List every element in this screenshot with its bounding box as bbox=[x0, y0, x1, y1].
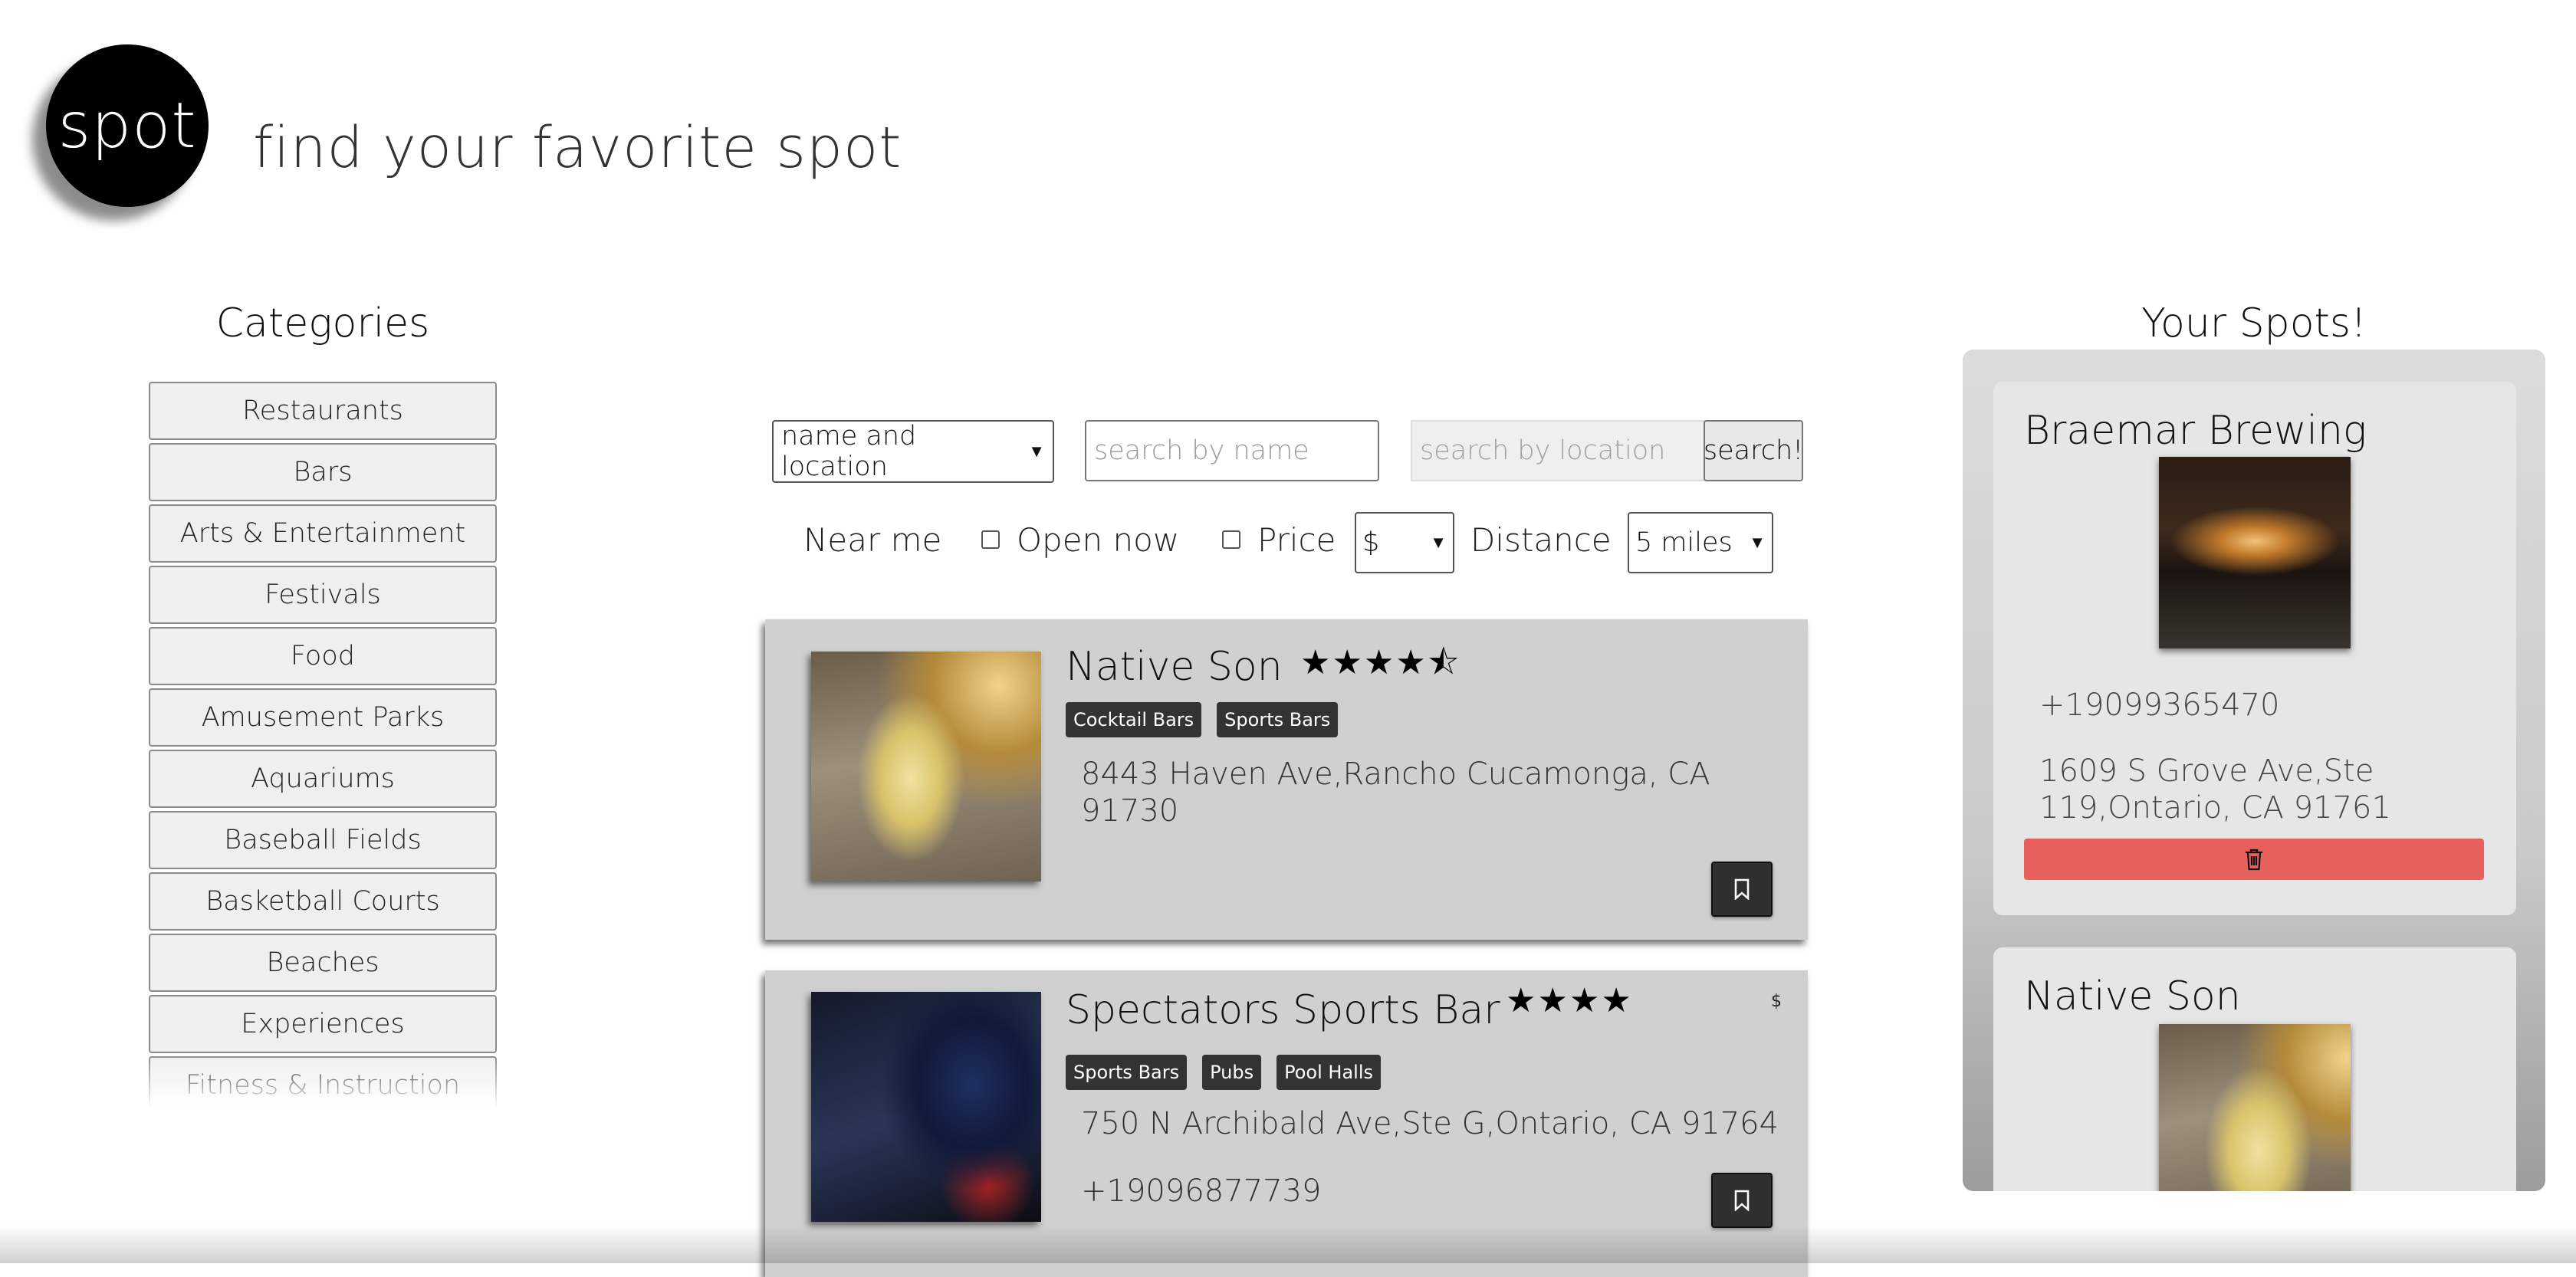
bookmark-button[interactable] bbox=[1711, 862, 1773, 917]
chevron-down-icon: ▼ bbox=[1028, 442, 1045, 461]
category-button-beaches[interactable]: Beaches bbox=[149, 934, 497, 992]
price-select[interactable]: $ ▼ bbox=[1355, 512, 1454, 573]
chevron-down-icon: ▼ bbox=[1749, 533, 1766, 553]
chevron-down-icon: ▼ bbox=[1430, 533, 1447, 553]
saved-spot-card[interactable]: Native Son bbox=[1993, 947, 2516, 1191]
tag-list: Sports Bars Pubs Pool Halls bbox=[1066, 1055, 1381, 1090]
search-name-placeholder: search by name bbox=[1094, 435, 1309, 466]
category-button-baseball-fields[interactable]: Baseball Fields bbox=[149, 811, 497, 869]
price-badge: $ bbox=[1771, 992, 1782, 1011]
delete-button[interactable] bbox=[2024, 839, 2484, 880]
category-button-aquariums[interactable]: Aquariums bbox=[149, 750, 497, 808]
category-button-bars[interactable]: Bars bbox=[149, 443, 497, 501]
search-button[interactable]: search! bbox=[1704, 420, 1803, 481]
category-button-festivals[interactable]: Festivals bbox=[149, 566, 497, 624]
category-button-amusement-parks[interactable]: Amusement Parks bbox=[149, 688, 497, 747]
result-name[interactable]: Native Son bbox=[1066, 644, 1283, 690]
bottom-shadow bbox=[0, 1225, 2576, 1263]
search-location-input[interactable]: search by location bbox=[1411, 420, 1705, 481]
bookmark-icon bbox=[1734, 1190, 1750, 1211]
category-button-experiences[interactable]: Experiences bbox=[149, 995, 497, 1053]
distance-select-value: 5 miles bbox=[1635, 527, 1733, 558]
logo[interactable]: spot bbox=[46, 44, 209, 207]
your-spots-panel: Braemar Brewing +19099365470 1609 S Grov… bbox=[1963, 350, 2545, 1191]
category-button-restaurants[interactable]: Restaurants bbox=[149, 382, 497, 440]
logo-text: spot bbox=[58, 89, 197, 162]
saved-spot-image bbox=[2159, 1024, 2351, 1191]
rating-stars: ★★★★ bbox=[1506, 981, 1633, 1020]
saved-spot-address: 1609 S Grove Ave,Ste 119,Ontario, CA 917… bbox=[2039, 753, 2391, 826]
category-button-basketball-courts[interactable]: Basketball Courts bbox=[149, 872, 497, 931]
bookmark-button[interactable] bbox=[1711, 1173, 1773, 1228]
result-card[interactable]: Native Son ★★★★⯪ Cocktail Bars Sports Ba… bbox=[765, 619, 1808, 940]
result-address: 750 N Archibald Ave,Ste G,Ontario, CA 91… bbox=[1081, 1106, 1779, 1141]
saved-spot-image bbox=[2159, 457, 2351, 648]
near-me-label[interactable]: Near me bbox=[803, 521, 941, 559]
distance-select[interactable]: 5 miles ▼ bbox=[1628, 512, 1773, 573]
tag: Sports Bars bbox=[1066, 1055, 1188, 1090]
your-spots-title: Your Spots! bbox=[2141, 300, 2367, 346]
tagline: find your favorite spot bbox=[253, 115, 902, 181]
tag: Cocktail Bars bbox=[1066, 702, 1202, 737]
result-phone: +19096877739 bbox=[1081, 1174, 1322, 1209]
saved-spot-phone: +19099365470 bbox=[2039, 688, 2280, 723]
search-type-value: name and location bbox=[781, 421, 917, 482]
category-button-arts-entertainment[interactable]: Arts & Entertainment bbox=[149, 504, 497, 563]
tag: Pool Halls bbox=[1276, 1055, 1381, 1090]
search-location-placeholder: search by location bbox=[1420, 435, 1666, 466]
saved-spot-name[interactable]: Braemar Brewing bbox=[2024, 408, 2367, 454]
price-select-value: $ bbox=[1362, 527, 1380, 558]
open-now-label: Open now bbox=[1017, 521, 1180, 559]
result-address: 8443 Haven Ave,Rancho Cucamonga, CA 9173… bbox=[1081, 757, 1710, 829]
bookmark-icon bbox=[1734, 878, 1750, 900]
saved-spot-name[interactable]: Native Son bbox=[2024, 973, 2241, 1019]
tag: Pubs bbox=[1202, 1055, 1262, 1090]
category-button-food[interactable]: Food bbox=[149, 627, 497, 685]
categories-title: Categories bbox=[215, 300, 430, 346]
open-now-checkbox[interactable] bbox=[981, 530, 1000, 549]
tag: Sports Bars bbox=[1217, 702, 1339, 737]
search-name-input[interactable]: search by name bbox=[1085, 420, 1379, 481]
search-type-select[interactable]: name and location ▼ bbox=[772, 420, 1054, 483]
result-image bbox=[811, 652, 1041, 881]
saved-spot-card[interactable]: Braemar Brewing +19099365470 1609 S Grov… bbox=[1993, 382, 2516, 915]
trash-icon bbox=[2246, 849, 2262, 871]
price-checkbox[interactable] bbox=[1222, 530, 1240, 549]
category-button-fitness-instruction[interactable]: Fitness & Instruction bbox=[149, 1056, 497, 1108]
result-name[interactable]: Spectators Sports Bar bbox=[1066, 987, 1500, 1033]
distance-label: Distance bbox=[1470, 521, 1612, 559]
tag-list: Cocktail Bars Sports Bars bbox=[1066, 702, 1339, 737]
rating-stars: ★★★★⯪ bbox=[1300, 643, 1461, 682]
category-list: Restaurants Bars Arts & Entertainment Fe… bbox=[149, 382, 497, 1108]
result-image bbox=[811, 992, 1041, 1222]
price-label: Price bbox=[1257, 521, 1336, 559]
